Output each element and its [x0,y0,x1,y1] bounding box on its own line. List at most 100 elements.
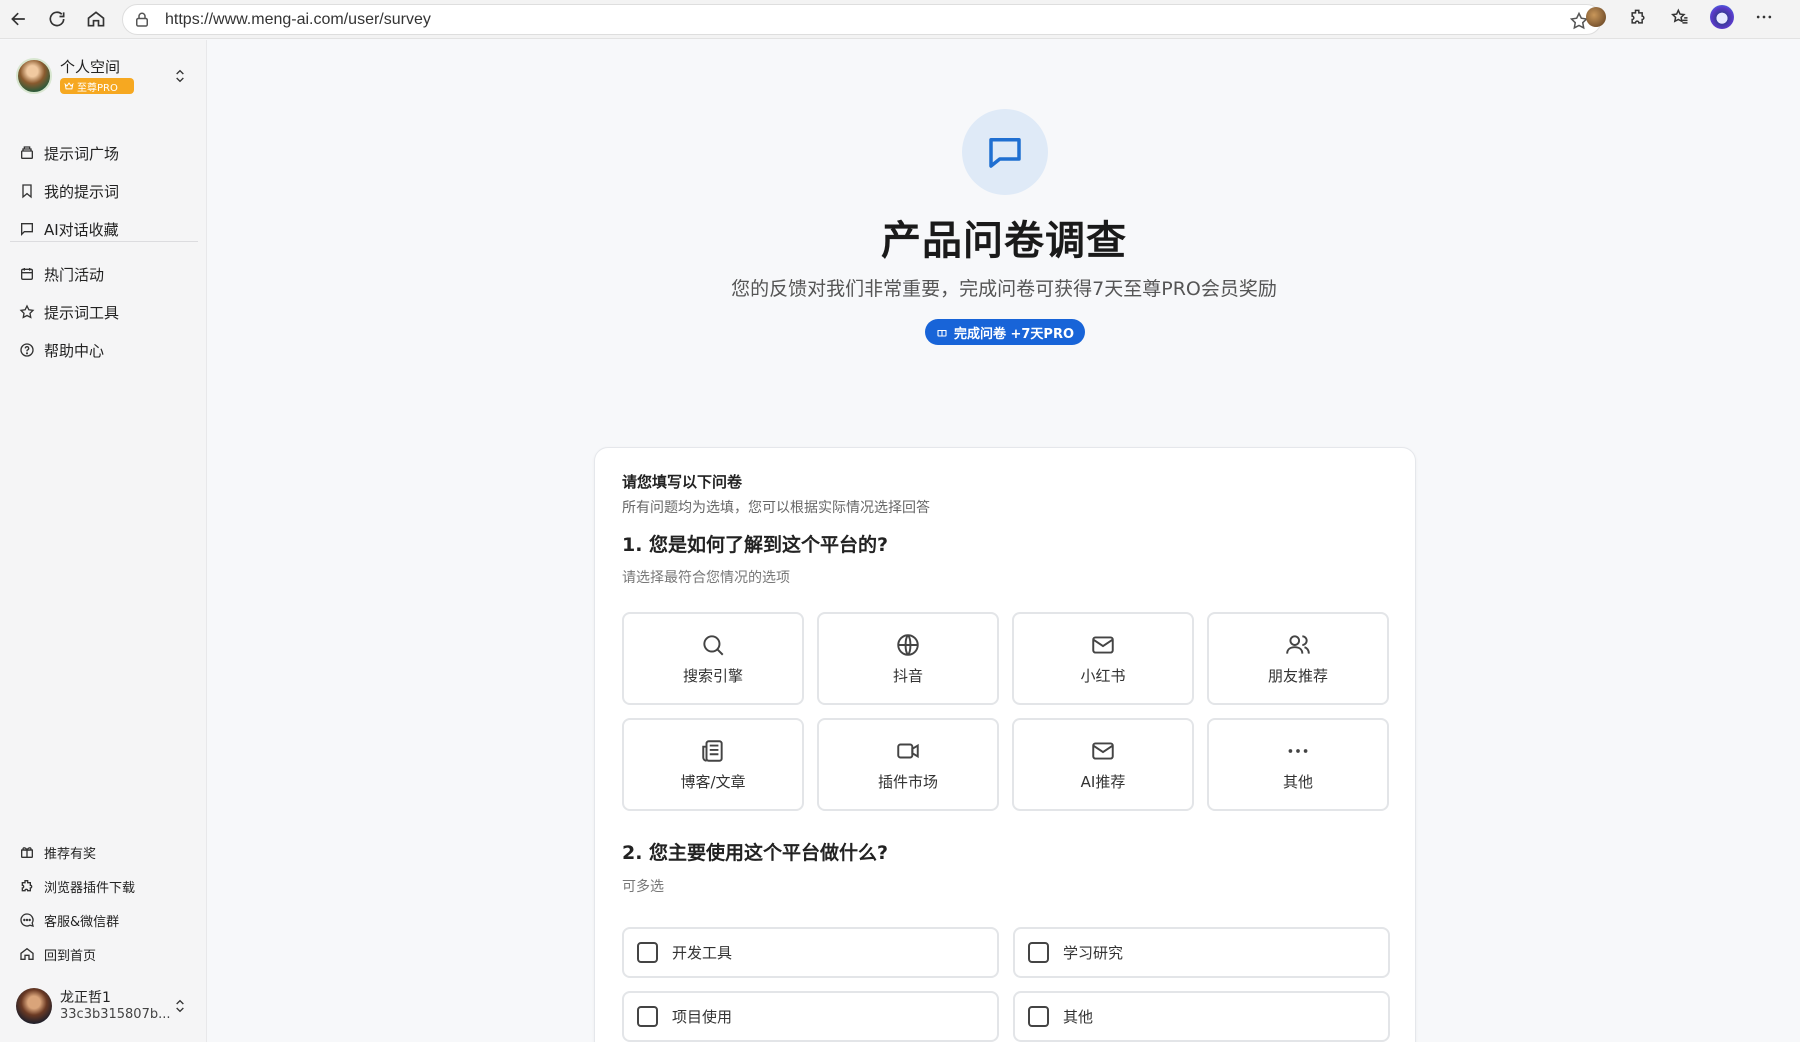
user-name: 龙正哲1 [60,989,111,1006]
bottom-menu: 推荐有奖 浏览器插件下载 客服&微信群 回到首页 [10,835,200,971]
checkbox-learning-research[interactable]: 学习研究 [1013,927,1390,978]
gift-icon [21,847,33,858]
option-plugin-market[interactable]: 插件市场 [817,718,999,811]
globe-icon [897,633,919,656]
sidebar-item-label: 热门活动 [44,265,105,284]
pro-badge-label: 至尊PRO [77,82,118,94]
workspace-avatar [16,58,52,94]
option-label: 抖音 [892,666,923,685]
sidebar-item-label: 客服&微信群 [44,914,120,930]
main-menu: 提示词广场 我的提示词 AI对话收藏 [10,134,200,248]
option-blog-article[interactable]: 博客/文章 [622,718,804,811]
main-content: 产品问卷调查 您的反馈对我们非常重要，完成问卷可获得7天至尊PRO会员奖励 完成… [208,40,1800,1042]
option-label: 搜索引擎 [682,666,743,685]
gift-icon [937,329,947,337]
sidebar-item-my-prompts[interactable]: 我的提示词 [10,172,200,210]
star-icon [19,304,35,319]
back-icon[interactable] [1,1,37,37]
message-icon [20,913,34,927]
sidebar-item-referral[interactable]: 推荐有奖 [10,835,200,869]
crown-icon [64,82,74,90]
question-1-hint: 请选择最符合您情况的选项 [622,570,790,586]
option-label: 博客/文章 [680,772,746,791]
checkbox[interactable] [637,942,658,963]
chevron-updown-icon[interactable] [172,66,188,86]
survey-card: 请您填写以下问卷 所有问题均为选填，您可以根据实际情况选择回答 1. 您是如何了… [594,447,1416,1042]
chat-icon [21,223,33,236]
checkbox-label: 其他 [1063,1008,1094,1026]
sidebar-item-prompt-tools[interactable]: 提示词工具 [10,293,200,331]
checkbox-label: 开发工具 [672,944,733,962]
copilot-icon[interactable] [1708,3,1736,31]
option-label: 插件市场 [877,772,938,791]
sidebar-item-label: 提示词广场 [44,144,120,163]
question-2-options: 开发工具 学习研究 项目使用 其他 [622,927,1390,1042]
home-icon [20,947,34,960]
hero-icon-circle [962,109,1048,195]
newspaper-icon [702,739,723,762]
sidebar-item-support[interactable]: 客服&微信群 [10,903,200,937]
sidebar-item-label: 帮助中心 [44,341,105,360]
option-other[interactable]: 其他 [1207,718,1389,811]
option-ai-recommend[interactable]: AI推荐 [1012,718,1194,811]
lock-icon [136,12,148,27]
profile-avatar-icon[interactable] [1582,3,1610,31]
question-1-title: 1. 您是如何了解到这个平台的? [622,534,889,556]
option-label: 小红书 [1080,666,1126,685]
browser-toolbar: https://www.meng-ai.com/user/survey [0,0,1800,39]
option-label: 朋友推荐 [1267,666,1328,685]
chevron-updown-icon[interactable] [172,996,188,1016]
box-icon [21,146,33,159]
calendar-icon [21,268,33,280]
reload-icon[interactable] [39,1,75,37]
extensions-icon[interactable] [1624,3,1652,31]
puzzle-icon [21,880,33,892]
bookmark-icon [22,184,32,199]
url-text[interactable]: https://www.meng-ai.com/user/survey [165,11,431,29]
option-search-engine[interactable]: 搜索引擎 [622,612,804,705]
video-icon [897,743,919,758]
menu-divider [10,241,198,242]
sidebar-item-label: 浏览器插件下载 [44,880,136,896]
checkbox[interactable] [1028,1006,1049,1027]
address-bar[interactable]: https://www.meng-ai.com/user/survey [122,4,1602,35]
sidebar-item-home[interactable]: 回到首页 [10,937,200,971]
checkbox-project-use[interactable]: 项目使用 [622,991,999,1042]
sidebar-item-label: 提示词工具 [44,303,120,322]
sidebar-item-extension-download[interactable]: 浏览器插件下载 [10,869,200,903]
favorites-icon[interactable] [1666,3,1694,31]
avatar [16,988,52,1024]
sidebar-item-events[interactable]: 热门活动 [10,255,200,293]
survey-card-desc: 所有问题均为选填，您可以根据实际情况选择回答 [622,500,930,516]
page-subtitle: 您的反馈对我们非常重要，完成问卷可获得7天至尊PRO会员奖励 [731,278,1277,300]
user-menu[interactable]: 龙正哲1 33c3b315807b... [16,984,196,1028]
user-id: 33c3b315807b... [60,1006,171,1022]
workspace-switcher[interactable]: 个人空间 至尊PRO [16,54,196,98]
page-title: 产品问卷调查 [881,218,1127,264]
sidebar-item-label: 我的提示词 [44,182,120,201]
option-label: AI推荐 [1080,772,1126,791]
sidebar-item-help[interactable]: 帮助中心 [10,331,200,369]
secondary-menu: 热门活动 提示词工具 帮助中心 [10,255,200,369]
option-douyin[interactable]: 抖音 [817,612,999,705]
home-icon[interactable] [78,1,114,37]
users-icon [1286,634,1310,654]
checkbox[interactable] [1028,942,1049,963]
checkbox-label: 学习研究 [1063,944,1124,962]
mail-icon [1092,635,1114,654]
sidebar-item-label: 推荐有奖 [44,846,97,862]
sidebar-item-prompt-square[interactable]: 提示词广场 [10,134,200,172]
checkbox-dev-tools[interactable]: 开发工具 [622,927,999,978]
more-menu-icon[interactable] [1750,3,1778,31]
checkbox-label: 项目使用 [672,1008,733,1026]
reward-badge: 完成问卷 +7天PRO [925,319,1085,345]
question-2-hint: 可多选 [622,879,664,895]
mail-icon [1092,741,1114,760]
checkbox-other[interactable]: 其他 [1013,991,1390,1042]
checkbox[interactable] [637,1006,658,1027]
option-xiaohongshu[interactable]: 小红书 [1012,612,1194,705]
sidebar-item-ai-favorites[interactable]: AI对话收藏 [10,210,200,248]
help-icon [20,343,34,357]
survey-card-title: 请您填写以下问卷 [622,473,743,491]
option-friend-referral[interactable]: 朋友推荐 [1207,612,1389,705]
